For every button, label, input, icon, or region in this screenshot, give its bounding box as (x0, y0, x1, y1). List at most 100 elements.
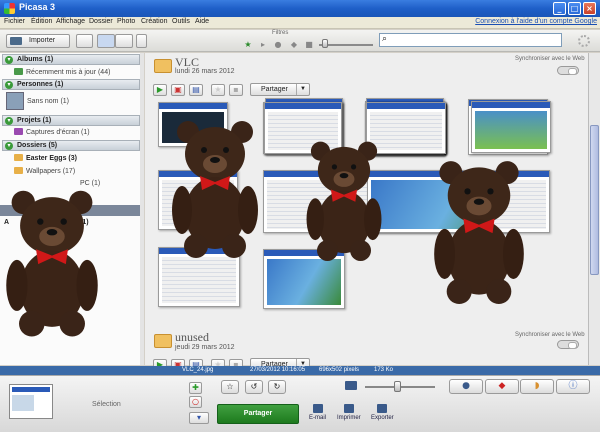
tree-view-button[interactable] (115, 34, 133, 48)
folder-wallpapers[interactable]: Wallpapers (17) (14, 167, 75, 175)
folder-icon (154, 334, 172, 348)
menu-help[interactable]: Aide (195, 18, 209, 25)
person-no-name[interactable]: Sans nom (1) (27, 98, 69, 105)
album-date: jeudi 29 mars 2012 (175, 344, 235, 351)
date-slider-knob[interactable] (322, 39, 328, 48)
minimize-button[interactable]: _ (553, 2, 566, 15)
export-icon (377, 404, 388, 413)
scrollbar-thumb[interactable] (590, 125, 599, 275)
menu-tools[interactable]: Outils (172, 18, 190, 25)
zoom-slider-knob[interactable] (394, 381, 401, 392)
person-icon[interactable]: ● (274, 41, 282, 49)
close-button[interactable]: × (583, 2, 596, 15)
title-bar: Picasa 3 _ □ × (0, 0, 600, 17)
upload-filter-icon[interactable]: ■ (305, 41, 313, 49)
menu-folder[interactable]: Dossier (89, 18, 113, 25)
album-share-button[interactable]: Partager ▼ (250, 83, 310, 96)
tray-preview[interactable] (9, 384, 53, 419)
file-name: VLC_24.jpg (182, 367, 214, 373)
import-button[interactable]: Importer (6, 34, 70, 48)
projects-section-header[interactable]: ▾ Projets (1) (2, 115, 140, 126)
folder-easter-eggs[interactable]: Easter Eggs (3) (14, 154, 77, 162)
pin-icon[interactable]: ◆ (290, 41, 298, 49)
rotate-right-icon[interactable]: ↻ (268, 380, 286, 394)
photo-info-bar: VLC_24.jpg 27/03/2012 10:16:05 696x502 p… (0, 366, 600, 375)
info-icon[interactable]: ⓘ (556, 379, 590, 394)
play-icon[interactable]: ▶ (153, 84, 167, 96)
left-splitter[interactable] (140, 53, 144, 365)
sync-toggle[interactable] (557, 340, 579, 349)
app-icon (4, 3, 15, 14)
collapse-icon[interactable]: ▾ (5, 142, 13, 150)
google-signin-link[interactable]: Connexion à l'aide d'un compte Google (475, 18, 597, 25)
sync-label: Synchroniser avec le Web (515, 56, 585, 62)
teddy-bear-image (6, 190, 98, 337)
collapse-icon[interactable]: ▾ (5, 117, 13, 125)
album-recent[interactable]: Récemment mis à jour (44) (14, 68, 110, 76)
folders-section-header[interactable]: ▾ Dossiers (5) (2, 140, 140, 151)
star-album-button[interactable]: ★ (211, 84, 225, 96)
email-icon (312, 404, 323, 413)
share-button[interactable]: Partager (217, 404, 299, 424)
upload-album-button[interactable]: ▪ (229, 84, 243, 96)
photo-tray: Sélection ✚ ○ ▾ ☆ ↺ ↻ ● ◆ ◗ ⓘ Partager E… (0, 375, 600, 432)
email-button[interactable]: E-mail (309, 404, 326, 421)
window-title: Picasa 3 (19, 2, 56, 12)
project-captures[interactable]: Captures d'écran (1) (14, 128, 90, 136)
albums-section-header[interactable]: ▾ Albums (1) (2, 54, 140, 65)
hold-icon[interactable]: ✚ (189, 382, 202, 394)
menu-photo[interactable]: Photo (117, 18, 135, 25)
album-date: lundi 26 mars 2012 (175, 68, 235, 75)
print-button[interactable]: Imprimer (337, 404, 361, 421)
pin-icon[interactable]: ◆ (485, 379, 519, 394)
add-people-button[interactable] (76, 34, 93, 48)
menu-create[interactable]: Création (141, 18, 167, 25)
menu-edit[interactable]: Édition (31, 18, 52, 25)
collapse-icon[interactable]: ▾ (5, 56, 13, 64)
import-icon (10, 37, 22, 45)
photo-thumbnail[interactable] (471, 101, 551, 153)
file-dimensions: 696x502 pixels (319, 367, 360, 373)
album-title[interactable]: unused (175, 330, 209, 345)
search-input[interactable] (379, 33, 562, 47)
folder-icon (154, 59, 172, 73)
export-button[interactable]: Exporter (371, 404, 394, 421)
tag-label-icon[interactable]: ◗ (520, 379, 554, 394)
teddy-bear-image (434, 161, 524, 304)
teddy-bear-image (306, 141, 382, 261)
selection-label: Sélection (92, 401, 121, 408)
sync-label: Synchroniser avec le Web (515, 332, 585, 338)
persons-section-header[interactable]: ▾ Personnes (1) (2, 79, 140, 90)
printer-icon (343, 404, 354, 413)
photo-scrollbar[interactable] (588, 53, 600, 365)
folder-icon (14, 167, 23, 174)
chevron-down-icon[interactable]: ▼ (296, 84, 309, 95)
file-size: 173 Ko (374, 367, 394, 373)
collage-button[interactable]: ▣ (171, 84, 185, 96)
flat-view-button[interactable] (97, 34, 115, 48)
folder-icon (14, 154, 23, 161)
file-datetime: 27/03/2012 10:16:05 (250, 367, 306, 373)
video-filter-icon[interactable]: ▸ (259, 41, 267, 49)
view-menu-button[interactable] (136, 34, 147, 48)
project-icon (14, 128, 23, 135)
loading-spinner-icon (578, 35, 590, 47)
filters-label: Filtres (272, 30, 289, 36)
clear-icon[interactable]: ○ (189, 396, 202, 408)
rotate-left-icon[interactable]: ↺ (245, 380, 263, 394)
star-icon[interactable]: ☆ (221, 380, 239, 394)
menu-file[interactable]: Fichier (4, 18, 25, 25)
collapse-icon[interactable]: ▾ (5, 81, 13, 89)
star-icon[interactable]: ★ (244, 41, 252, 49)
maximize-button[interactable]: □ (568, 2, 581, 15)
avatar[interactable] (6, 92, 24, 110)
movie-button[interactable]: ▤ (189, 84, 203, 96)
zoom-icon (345, 381, 357, 390)
album-icon (14, 68, 23, 75)
teddy-bear-image (172, 121, 258, 258)
menu-view[interactable]: Affichage (56, 18, 85, 25)
person-icon[interactable]: ● (449, 379, 483, 394)
sync-toggle[interactable] (557, 66, 579, 75)
search-icon: ⌕ (382, 34, 388, 44)
tag-icon[interactable]: ▾ (189, 412, 209, 424)
